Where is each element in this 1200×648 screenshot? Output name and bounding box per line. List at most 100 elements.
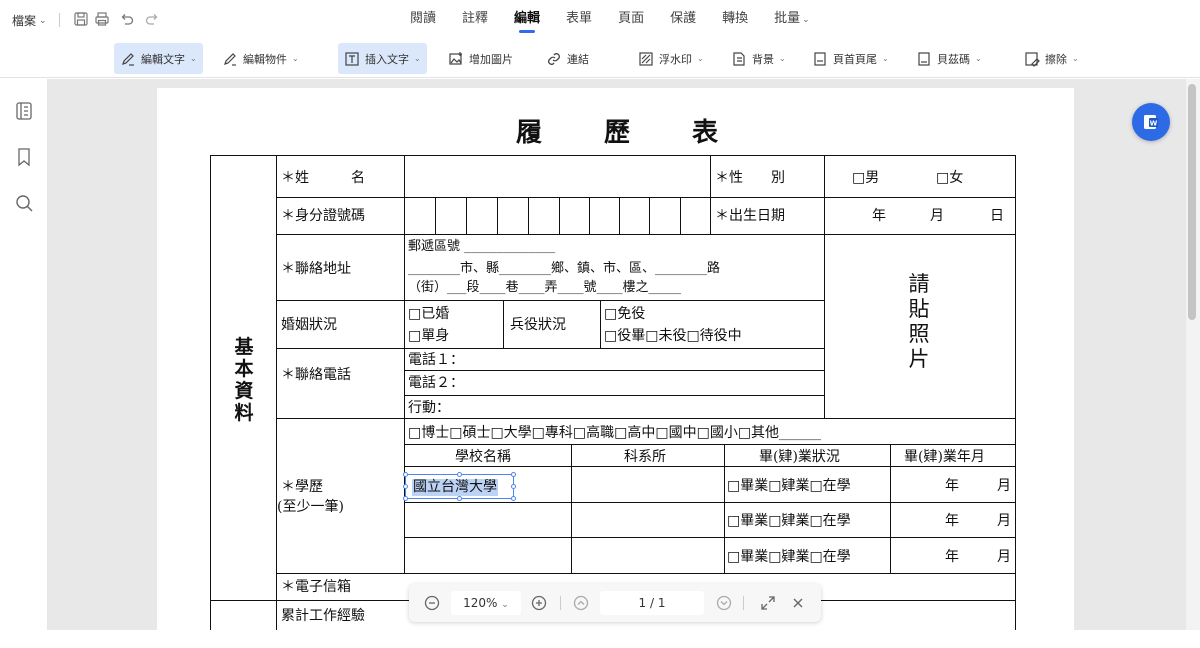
- postal-code-line: 郵遞區號 ______________: [408, 239, 556, 254]
- divider: [743, 596, 744, 610]
- chevron-down-icon[interactable]: ⌄: [697, 54, 704, 63]
- gender-female-checkbox[interactable]: □女: [936, 169, 963, 187]
- tab-batch[interactable]: 批量 ⌄: [774, 0, 810, 40]
- grad-status-row3[interactable]: □畢業□肄業□在學: [727, 548, 851, 566]
- table-line: [1015, 155, 1016, 630]
- resize-handle[interactable]: [457, 472, 462, 477]
- chevron-down-icon[interactable]: ⌄: [292, 54, 299, 63]
- link-button[interactable]: 連結: [540, 43, 595, 74]
- fullscreen-icon[interactable]: [759, 594, 777, 612]
- grad-month-row2: 月: [997, 513, 1011, 529]
- tab-convert[interactable]: 轉換: [722, 0, 748, 40]
- address-city-line: ________市、縣________鄉、鎮、市、區、________路: [408, 261, 721, 276]
- grad-status-row2[interactable]: □畢業□肄業□在學: [727, 512, 851, 530]
- chevron-down-icon[interactable]: ⌄: [975, 54, 982, 63]
- background-button[interactable]: 背景 ⌄: [725, 43, 792, 74]
- resize-handle[interactable]: [511, 496, 516, 501]
- zoom-out-icon[interactable]: [423, 594, 441, 612]
- header-footer-button[interactable]: 頁首頁尾 ⌄: [806, 43, 895, 74]
- military-exempt-checkbox[interactable]: □免役: [604, 305, 645, 323]
- resize-handle[interactable]: [511, 484, 516, 489]
- convert-to-word-button[interactable]: W: [1132, 103, 1170, 141]
- military-status-label: 兵役狀況: [510, 317, 566, 333]
- save-icon[interactable]: [73, 11, 89, 27]
- grad-status-row1[interactable]: □畢業□肄業□在學: [727, 477, 851, 495]
- add-image-button[interactable]: 增加圖片: [442, 43, 519, 74]
- table-line: [276, 348, 824, 349]
- edit-text-button[interactable]: 編輯文字 ⌄: [114, 43, 203, 74]
- gender-label: ＊性 別: [715, 170, 785, 186]
- bates-number-button[interactable]: 貝茲碼 ⌄: [910, 43, 988, 74]
- zoom-level-value: 120%: [463, 596, 498, 610]
- tab-read[interactable]: 閱讀: [410, 0, 436, 40]
- chevron-down-icon[interactable]: ⌄: [414, 54, 421, 63]
- single-checkbox[interactable]: □單身: [408, 327, 449, 345]
- col-grad-date: 畢(肄)業年月: [904, 449, 985, 465]
- svg-text:W: W: [1150, 120, 1158, 128]
- zoom-in-icon[interactable]: [530, 594, 548, 612]
- previous-page-icon[interactable]: [572, 594, 590, 612]
- resize-handle[interactable]: [457, 496, 462, 501]
- table-line: [276, 418, 1016, 419]
- resize-handle[interactable]: [403, 484, 408, 489]
- table-line: [466, 197, 467, 234]
- word-icon: W: [1144, 115, 1158, 129]
- table-line: [503, 300, 504, 348]
- link-label: 連結: [567, 52, 589, 66]
- image-add-icon: [449, 51, 462, 65]
- bookmark-icon[interactable]: [13, 146, 35, 168]
- tab-batch-label: 批量: [774, 11, 801, 26]
- erase-button[interactable]: 擦除 ⌄: [1018, 43, 1085, 74]
- degree-options[interactable]: □博士□碩士□大學□專科□高職□高中□國中□國小□其他______: [408, 424, 821, 442]
- close-icon[interactable]: [789, 594, 807, 612]
- main-tabs: 閱讀 註釋 編輯 表單 頁面 保護 轉換 批量 ⌄: [410, 0, 836, 40]
- phone-label: ＊聯絡電話: [281, 367, 351, 383]
- chevron-down-icon[interactable]: ⌄: [1072, 54, 1079, 63]
- marital-status-label: 婚姻狀況: [281, 317, 337, 333]
- table-line: [589, 197, 590, 234]
- watermark-button[interactable]: 浮水印 ⌄: [632, 43, 710, 74]
- redo-icon[interactable]: [144, 11, 160, 27]
- chevron-down-icon[interactable]: ⌄: [190, 54, 197, 63]
- military-options[interactable]: □役畢□未役□待役中: [604, 327, 742, 345]
- gender-male-checkbox[interactable]: □男: [852, 169, 879, 187]
- tab-edit[interactable]: 編輯: [514, 0, 540, 40]
- search-icon[interactable]: [13, 192, 35, 214]
- file-menu[interactable]: 檔案 ⌄: [12, 12, 47, 29]
- table-line: [404, 370, 824, 371]
- top-menu-bar: 檔案 ⌄ 閱讀 註釋 編輯 表單 頁面 保護 轉換 批量 ⌄: [0, 0, 1200, 40]
- tab-form[interactable]: 表單: [566, 0, 592, 40]
- table-line: [276, 197, 1016, 198]
- zoom-level-select[interactable]: 120% ⌄: [451, 591, 521, 615]
- thumbnails-icon[interactable]: [13, 100, 35, 122]
- edit-object-button[interactable]: 編輯物件 ⌄: [216, 43, 305, 74]
- scrollbar-thumb[interactable]: [1188, 84, 1196, 320]
- chevron-down-icon[interactable]: ⌄: [882, 54, 889, 63]
- print-icon[interactable]: [94, 11, 110, 27]
- resize-handle[interactable]: [511, 472, 516, 477]
- table-line: [276, 573, 1016, 574]
- education-label: ＊學歷: [281, 479, 323, 495]
- phone1-field: 電話１：: [408, 352, 464, 368]
- chevron-down-icon: ⌄: [39, 15, 47, 26]
- chevron-down-icon[interactable]: ⌄: [779, 54, 786, 63]
- next-page-icon[interactable]: [715, 594, 733, 612]
- undo-icon[interactable]: [119, 11, 135, 27]
- tab-annotate[interactable]: 註釋: [462, 0, 488, 40]
- pen-icon: [122, 52, 134, 66]
- tab-page[interactable]: 頁面: [618, 0, 644, 40]
- page-number-input[interactable]: 1 / 1: [600, 591, 704, 615]
- table-line: [435, 197, 436, 234]
- married-checkbox[interactable]: □已婚: [408, 305, 449, 323]
- resize-handle[interactable]: [403, 496, 408, 501]
- table-line: [404, 537, 1016, 538]
- insert-text-button[interactable]: 插入文字 ⌄: [338, 43, 427, 74]
- table-line: [559, 197, 560, 234]
- watermark-label: 浮水印: [659, 52, 692, 66]
- id-number-label: ＊身分證號碼: [281, 208, 365, 224]
- tab-protect[interactable]: 保護: [670, 0, 696, 40]
- chevron-down-icon: ⌄: [501, 600, 509, 610]
- school-name-text[interactable]: 國立台灣大學: [412, 479, 498, 496]
- table-line: [824, 155, 825, 418]
- resize-handle[interactable]: [403, 472, 408, 477]
